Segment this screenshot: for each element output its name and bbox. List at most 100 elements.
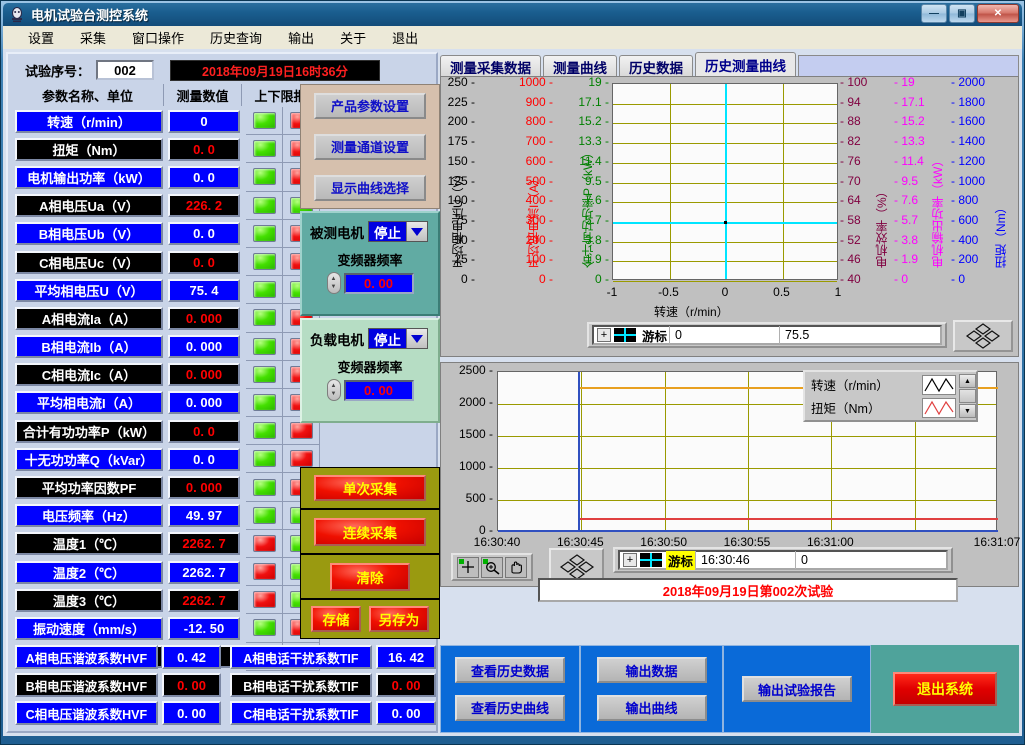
menu-item-history[interactable]: 历史查询 <box>197 26 275 49</box>
alarm-lamp-cell <box>246 614 283 642</box>
product-parameter-settings-button[interactable]: 产品参数设置 <box>314 93 426 119</box>
table-row: 电机输出功率（kW）0. 0 <box>12 163 332 191</box>
y-tick-label: 11.4 - <box>547 154 609 168</box>
expand-icon[interactable]: + <box>623 553 637 567</box>
save-as-button[interactable]: 另存为 <box>369 606 429 632</box>
close-button[interactable]: ✕ <box>977 4 1019 23</box>
motor-under-test-freq-stepper[interactable]: ▲▼ <box>327 272 341 294</box>
legend-scroll-thumb[interactable] <box>959 389 976 403</box>
parameter-value: 0 <box>168 110 240 133</box>
tab-history-data[interactable]: 历史数据 <box>619 55 693 77</box>
gridline-horizontal <box>613 281 837 282</box>
acquisition-panel: 单次采集 连续采集 清除 存储 另存为 <box>300 467 440 639</box>
y-tick-label: 400 - <box>491 193 553 207</box>
chevron-down-icon[interactable] <box>406 329 427 348</box>
parameter-value: 0. 000 <box>168 391 240 414</box>
cursor-line-vertical[interactable] <box>578 372 580 530</box>
single-acquire-button[interactable]: 单次采集 <box>314 475 426 501</box>
view-history-data-button[interactable]: 查看历史数据 <box>455 657 565 683</box>
upper-limit-lamp-green <box>253 225 276 242</box>
alarm-lamp-cell <box>246 361 283 389</box>
y-tick-label: 900 - <box>491 95 553 109</box>
load-motor-state-select[interactable]: 停止 <box>368 328 428 349</box>
clear-button[interactable]: 清除 <box>330 563 410 591</box>
output-curve-button[interactable]: 输出曲线 <box>597 695 707 721</box>
minimize-button[interactable]: — <box>921 4 947 23</box>
top-cursor-y-value[interactable]: 75.5 <box>779 326 940 344</box>
parameter-name: 平均功率因数PF <box>15 476 163 499</box>
zoom-tool-icon[interactable] <box>481 557 503 578</box>
x-tick-label: 0 <box>722 285 729 299</box>
top-graph-pan-button[interactable] <box>953 320 1013 352</box>
top-cursor-label: 游标 <box>640 326 669 345</box>
y-tick-label: 2000 - <box>441 395 493 409</box>
top-cursor-inner[interactable]: + 游标 0 75.5 <box>592 325 942 345</box>
harmonic-coefficient-name: C相电压谐波系数HVF <box>15 701 158 725</box>
legend-scrollbar[interactable]: ▲ ▼ <box>959 374 976 418</box>
exit-system-button[interactable]: 退出系统 <box>893 672 997 706</box>
bottom-cursor-x-value[interactable]: 16:30:46 <box>695 551 795 569</box>
legend-rows: 转速（r/min） 扭矩（Nm） <box>805 375 959 418</box>
continuous-acquire-button[interactable]: 连续采集 <box>314 518 426 546</box>
alarm-lamp-cell <box>246 389 283 417</box>
tab-history-measure-curve[interactable]: 历史测量曲线 <box>695 52 796 77</box>
legend-item-speed[interactable]: 转速（r/min） <box>811 375 959 395</box>
menu-item-exit[interactable]: 退出 <box>379 26 431 49</box>
scroll-up-icon[interactable]: ▲ <box>959 374 976 388</box>
load-motor-freq-value[interactable]: 0. 00 <box>344 380 414 401</box>
legend-item-torque[interactable]: 扭矩（Nm） <box>811 398 959 418</box>
menu-item-output[interactable]: 输出 <box>275 26 327 49</box>
y-tick-label: 2500 - <box>441 363 493 377</box>
pan-hand-tool-icon[interactable] <box>505 557 527 578</box>
parameter-name: A相电压Ua（V） <box>15 194 163 217</box>
save-cell: 存储 另存为 <box>300 599 440 639</box>
tif-coefficient-name: B相电话干扰系数TIF <box>230 673 373 697</box>
upper-limit-lamp-green <box>253 309 276 326</box>
menu-item-about[interactable]: 关于 <box>327 26 379 49</box>
legend-swatch-torque[interactable] <box>922 398 956 418</box>
load-motor-freq-stepper[interactable]: ▲▼ <box>327 379 341 401</box>
tab-measure-curve[interactable]: 测量曲线 <box>543 55 617 77</box>
measure-channel-settings-button[interactable]: 测量通道设置 <box>314 134 426 160</box>
time-trend-graph: 2500 -2000 -1500 -1000 -500 -0 - 16:30:4… <box>440 362 1019 587</box>
scroll-down-icon[interactable]: ▼ <box>959 404 976 418</box>
gridline-vertical <box>665 372 666 530</box>
menu-item-window[interactable]: 窗口操作 <box>119 26 197 49</box>
parameter-list: 转速（r/min）0扭矩（Nm）0. 0电机输出功率（kW）0. 0A相电压Ua… <box>12 107 332 671</box>
bottom-cursor-y-value[interactable]: 0 <box>795 551 946 569</box>
parameter-name: 振动速度（mm/s） <box>15 617 163 640</box>
tab-strip-filler <box>798 55 1019 77</box>
gridline-horizontal <box>498 436 996 437</box>
test-number-field[interactable]: 002 <box>96 60 154 80</box>
top-cursor-x-value[interactable]: 0 <box>669 326 779 344</box>
menu-item-acquire[interactable]: 采集 <box>67 26 119 49</box>
view-history-curve-button[interactable]: 查看历史曲线 <box>455 695 565 721</box>
output-report-button[interactable]: 输出试验报告 <box>742 676 852 702</box>
motor-under-test-freq-value[interactable]: 0. 00 <box>344 273 414 294</box>
y-tick-label: 5.7 - <box>547 213 609 227</box>
top-plot-area[interactable] <box>612 83 838 280</box>
parameter-name: C相电压Uc（V） <box>15 251 163 274</box>
tab-measure-data[interactable]: 测量采集数据 <box>440 55 541 77</box>
series-line-data <box>578 518 998 520</box>
y-axis-title: 电机效率（%） <box>873 101 890 268</box>
table-row: 温度3（℃）2262. 7 <box>12 586 332 614</box>
status-text: 2018年09月19日第002次试验 <box>538 578 958 602</box>
output-data-button[interactable]: 输出数据 <box>597 657 707 683</box>
upper-limit-lamp-green <box>253 253 276 270</box>
table-row: C相电压Uc（V）0. 0 <box>12 248 332 276</box>
display-curve-select-button[interactable]: 显示曲线选择 <box>314 175 426 201</box>
y-tick-label: 13.3 - <box>547 134 609 148</box>
crosshair-tool-icon[interactable] <box>457 557 479 578</box>
maximize-button[interactable]: ▣ <box>949 4 975 23</box>
save-button[interactable]: 存储 <box>311 606 361 632</box>
table-row: A相电压谐波系数HVF0. 42A相电话干扰系数TIF16. 42 <box>12 643 436 671</box>
legend-swatch-speed[interactable] <box>922 375 956 395</box>
bottom-cursor-inner[interactable]: + 游标 16:30:46 0 <box>618 550 948 570</box>
expand-icon[interactable]: + <box>597 328 611 342</box>
title-bar: 电机试验台测控系统 — ▣ ✕ <box>3 3 1022 26</box>
y-tick-label: - 0 <box>894 272 944 286</box>
menu-item-settings[interactable]: 设置 <box>15 26 67 49</box>
cursor-line-vertical[interactable] <box>725 84 727 279</box>
upper-limit-lamp-green <box>253 168 276 185</box>
